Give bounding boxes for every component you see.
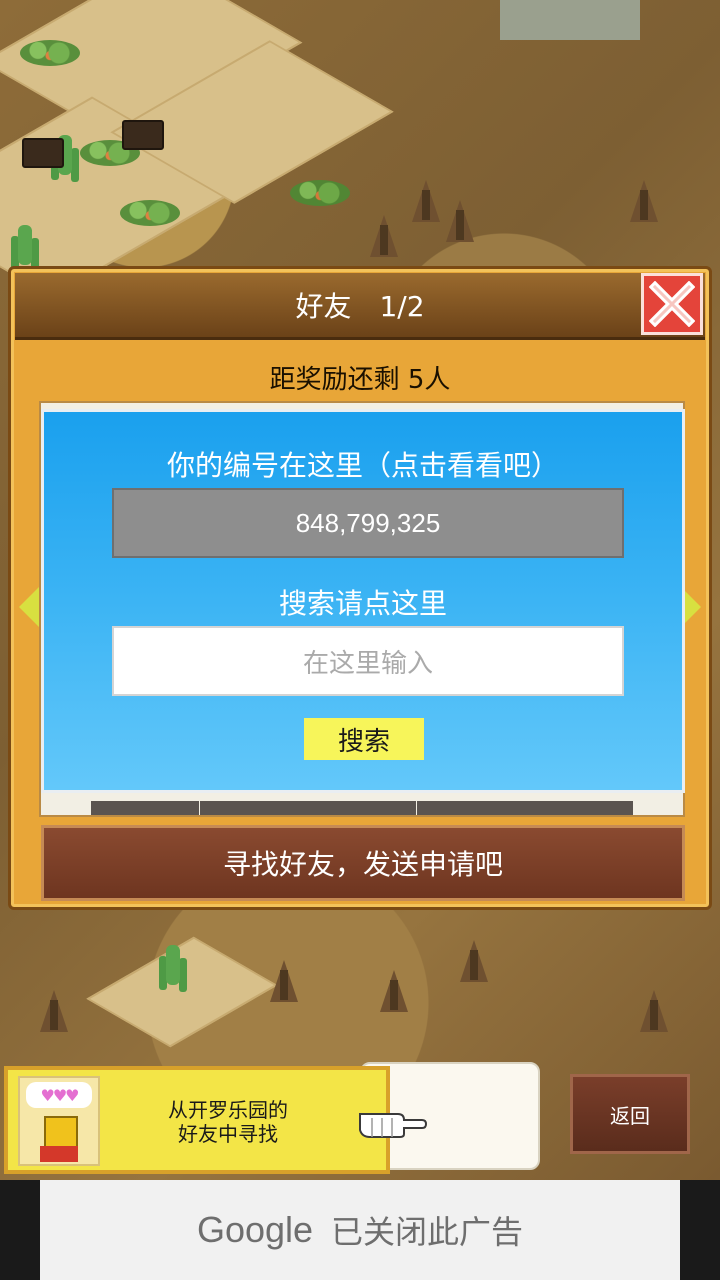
ad-closed-text: 已关闭此广告	[331, 1213, 524, 1251]
ad-closed-notice: Google 已关闭此广告	[40, 1180, 680, 1280]
friend-slot[interactable]	[416, 801, 525, 815]
friend-slots	[91, 801, 633, 815]
search-panel: 你的编号在这里（点击看看吧） 848,799,325 搜索请点这里 在这里输入 …	[41, 409, 685, 793]
kairo-text-line: 从开罗乐园的	[168, 1098, 288, 1122]
pointing-hand-icon	[359, 1113, 428, 1138]
rock-spire-icon	[630, 180, 658, 222]
search-input[interactable]: 在这里输入	[112, 626, 624, 696]
sand-tile	[86, 936, 278, 1048]
rock-spire-icon	[460, 940, 488, 982]
kairo-park-friends-button[interactable]: ♥♥♥ 从开罗乐园的 好友中寻找	[4, 1066, 390, 1174]
friend-slot[interactable]	[199, 801, 308, 815]
friend-slot[interactable]	[308, 801, 416, 815]
dialog-title: 好友 1/2	[295, 290, 425, 323]
kairo-friends-text: 从开罗乐园的 好友中寻找	[138, 1098, 318, 1146]
chest-icon	[22, 138, 64, 168]
rock-spire-icon	[370, 215, 398, 257]
ad-banner: Google 已关闭此广告	[0, 1180, 720, 1280]
bush-icon	[120, 200, 180, 226]
bush-icon	[290, 180, 350, 206]
rock-spire-icon	[270, 960, 298, 1002]
search-label: 搜索请点这里	[278, 587, 447, 620]
find-friends-button[interactable]: 寻找好友，发送申请吧	[41, 825, 685, 901]
prev-page-arrow-icon[interactable]	[19, 587, 39, 627]
hearts-icon: ♥♥♥	[26, 1082, 92, 1108]
close-icon	[649, 281, 695, 327]
friend-slot[interactable]	[91, 801, 199, 815]
back-button[interactable]: 返回	[570, 1074, 690, 1154]
rock-spire-icon	[446, 200, 474, 242]
rock-spire-icon	[40, 990, 68, 1032]
my-id-label: 你的编号在这里（点击看看吧）	[166, 449, 559, 482]
chest-icon	[122, 120, 164, 150]
friend-slot[interactable]	[525, 801, 633, 815]
friend-dialog: 好友 1/2 距奖励还剩 5人 你的编号在这里（点击看看吧） 848,799,3…	[8, 266, 712, 910]
cactus-icon	[18, 225, 32, 265]
rock-spire-icon	[380, 970, 408, 1012]
dialog-header: 好友 1/2	[15, 273, 705, 340]
reward-remaining-text: 距奖励还剩 5人	[269, 365, 451, 395]
rock-spire-icon	[412, 180, 440, 222]
kairo-mascot-icon: ♥♥♥	[18, 1076, 100, 1166]
search-button[interactable]: 搜索	[304, 718, 424, 760]
my-id-value[interactable]: 848,799,325	[112, 488, 624, 558]
mascot-body	[40, 1146, 78, 1162]
bush-icon	[20, 40, 80, 66]
cactus-icon	[166, 945, 180, 985]
rock-spire-icon	[640, 990, 668, 1032]
mascot-head	[44, 1116, 78, 1148]
google-logo: Google	[196, 1209, 314, 1250]
close-button[interactable]	[641, 273, 703, 335]
kairo-text-line: 好友中寻找	[178, 1122, 278, 1146]
stone-area	[500, 0, 640, 40]
